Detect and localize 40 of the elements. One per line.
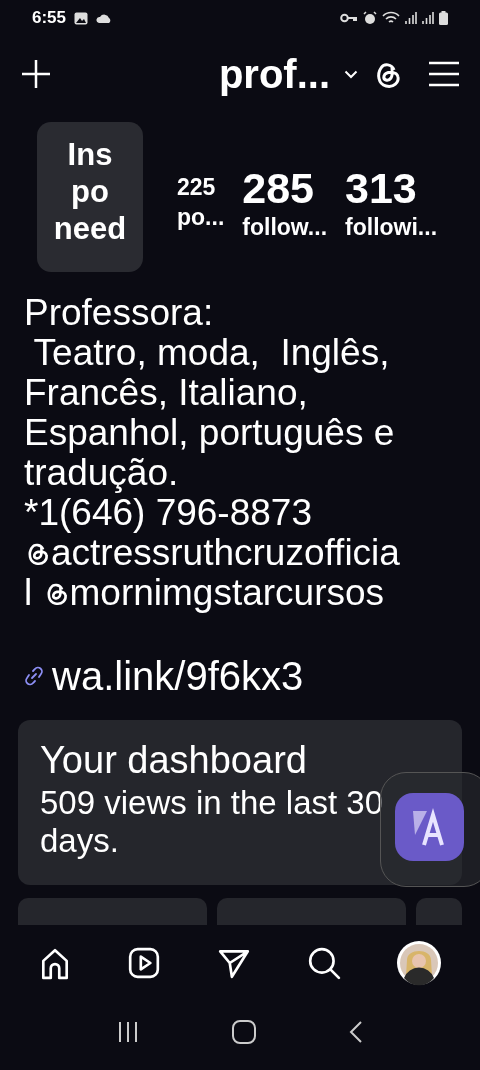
dashboard-card[interactable]: Your dashboard 509 views in the last 30 days. — [18, 720, 462, 885]
alarm-icon — [363, 11, 377, 25]
bio-text: Espanhol, português e — [24, 413, 395, 453]
bio-text: Professora: — [24, 293, 214, 333]
profile-avatar[interactable] — [396, 940, 443, 986]
username-title[interactable]: prof... — [218, 54, 330, 94]
mention-link[interactable]: mornimgstarcursos — [69, 573, 385, 613]
menu-icon[interactable] — [428, 60, 460, 88]
wifi-icon — [382, 11, 400, 25]
bio-text: tradução. — [24, 453, 179, 493]
add-icon[interactable] — [20, 58, 52, 90]
views-summary: 509 views in the last 30 days. — [40, 784, 385, 860]
stat-count[interactable]: 285 — [242, 164, 328, 212]
stat-count[interactable]: 225 — [177, 172, 225, 202]
signal-icon — [405, 12, 417, 24]
dashboard-title: Your dashboard — [40, 738, 308, 782]
home-button-icon[interactable] — [231, 1018, 257, 1045]
mention-link[interactable]: actressruthcruzofficia — [51, 533, 400, 573]
bio-text: Teatro, moda, Inglês, — [32, 333, 390, 373]
stat-label[interactable]: po... — [177, 202, 225, 232]
gallery-icon — [74, 11, 89, 25]
link-icon — [24, 666, 44, 686]
website-link[interactable]: wa.link/9f6kx3 — [52, 654, 304, 698]
bio-text: Francês, Italiano, — [24, 373, 308, 413]
stat-label[interactable]: follow... — [242, 212, 328, 242]
signal-icon — [422, 12, 434, 24]
search-icon[interactable] — [306, 946, 341, 980]
stat-label[interactable]: followi... — [345, 212, 438, 242]
cloud-icon — [96, 12, 113, 24]
bio-text: l — [24, 573, 34, 613]
note-bubble[interactable]: Ins po need — [37, 122, 143, 272]
battery-icon — [439, 11, 448, 25]
play-icon[interactable] — [127, 946, 162, 980]
chevron-down-icon[interactable] — [344, 69, 358, 79]
bio-text: *1(646) 796-8873 — [24, 493, 312, 533]
back-icon[interactable] — [348, 1019, 365, 1044]
status-time: 6:55 — [32, 7, 67, 30]
key-icon — [340, 13, 358, 23]
translate-button[interactable] — [395, 793, 464, 861]
stat-count[interactable]: 313 — [345, 164, 438, 212]
